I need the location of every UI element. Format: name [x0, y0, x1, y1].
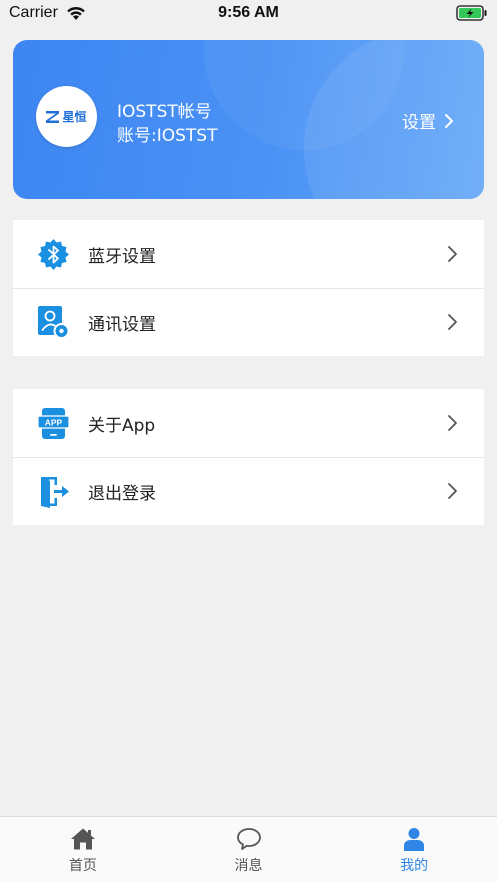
chevron-right-icon: [448, 246, 457, 262]
settings-button[interactable]: 设置: [402, 108, 454, 133]
menu-label: 通讯设置: [88, 314, 156, 335]
settings-label: 设置: [402, 113, 436, 133]
chevron-right-icon: [448, 415, 457, 431]
chevron-right-icon: [448, 483, 457, 499]
tab-label: 首页: [68, 858, 97, 874]
user-settings-icon: [38, 305, 70, 339]
status-bar: Carrier 9:56 AM: [0, 0, 497, 28]
tab-mine[interactable]: 我的: [331, 817, 497, 883]
account-id: 账号:IOSTST: [117, 126, 218, 146]
tab-home[interactable]: 首页: [0, 817, 166, 883]
tab-bar: 首页 消息 我的: [0, 816, 497, 883]
menu-item-communication-settings[interactable]: 通讯设置: [13, 288, 484, 356]
clock: 9:56 AM: [218, 4, 279, 21]
home-icon: [70, 828, 95, 850]
brand-logo-text: 星恒: [62, 110, 87, 124]
chat-bubble-icon: [236, 828, 261, 850]
brand-logo: 星恒: [46, 108, 87, 125]
battery-charging-icon: [456, 5, 487, 21]
menu-group-device: 蓝牙设置 通讯设置: [13, 220, 484, 356]
profile-card: 星恒 IOSTST帐号 账号:IOSTST 设置: [13, 40, 484, 199]
account-name: IOSTST帐号: [117, 102, 212, 122]
bluetooth-settings-icon: [38, 238, 69, 270]
user-icon: [404, 828, 425, 851]
menu-label: 退出登录: [88, 483, 156, 504]
chevron-right-icon: [445, 113, 453, 128]
tab-label: 我的: [400, 858, 429, 874]
app-icon: APP: [37, 407, 70, 439]
menu-item-bluetooth-settings[interactable]: 蓝牙设置: [13, 220, 484, 288]
avatar[interactable]: 星恒: [36, 86, 97, 147]
logout-icon: [41, 476, 69, 508]
menu-item-about-app[interactable]: APP 关于App: [13, 389, 484, 457]
menu-label: 蓝牙设置: [88, 246, 156, 267]
tab-label: 消息: [234, 858, 263, 874]
tab-messages[interactable]: 消息: [166, 817, 332, 883]
menu-label: 关于App: [88, 415, 156, 436]
menu-group-app: APP 关于App 退出登录: [13, 389, 484, 525]
brand-logo-mark-icon: [46, 110, 60, 123]
svg-text:APP: APP: [45, 417, 63, 427]
chevron-right-icon: [448, 314, 457, 330]
menu-item-logout[interactable]: 退出登录: [13, 457, 484, 525]
